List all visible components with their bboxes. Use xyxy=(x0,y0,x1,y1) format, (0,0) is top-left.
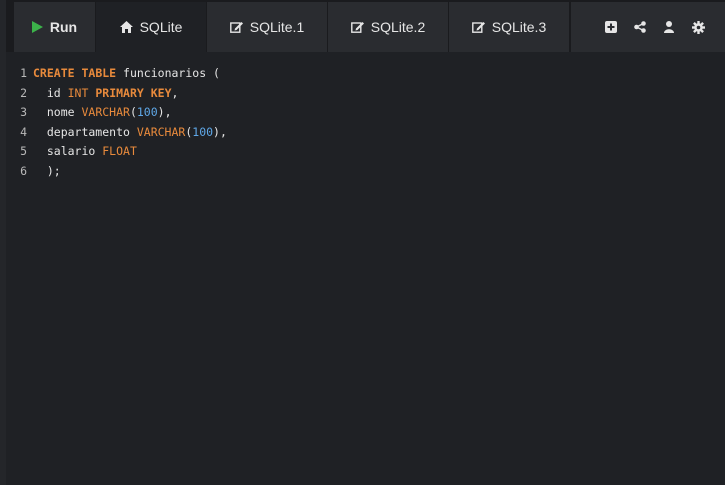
code-token: salario xyxy=(33,144,103,159)
code-line[interactable]: 4 departamento VARCHAR(100), xyxy=(6,123,227,143)
code-line[interactable]: 5 salario FLOAT xyxy=(6,142,227,162)
code-token: TABLE xyxy=(81,66,117,80)
code-token: , xyxy=(171,85,179,100)
tab-label: SQLite xyxy=(139,19,183,35)
code-token: PRIMARY KEY xyxy=(95,85,172,100)
play-icon xyxy=(31,21,43,33)
code-token: ( xyxy=(129,105,137,120)
user-icon[interactable] xyxy=(662,20,676,34)
tab-sqlite-2[interactable]: SQLite.2 xyxy=(328,2,448,52)
code-token: VARCHAR xyxy=(81,105,130,120)
code-token: 100 xyxy=(136,105,158,120)
line-number: 4 xyxy=(20,124,27,139)
tab-label: SQLite.2 xyxy=(370,19,426,35)
code-token: nome xyxy=(33,105,82,120)
home-icon xyxy=(119,21,133,33)
line-number: 3 xyxy=(20,105,27,120)
code-token: ); xyxy=(33,163,61,178)
edit-icon xyxy=(229,21,243,33)
code-token: funcionarios xyxy=(116,66,214,80)
code-token: ), xyxy=(213,124,227,139)
code-token: CREATE xyxy=(33,66,75,80)
code-line[interactable]: 2 id INT PRIMARY KEY, xyxy=(6,84,227,104)
code-text: ); xyxy=(33,162,61,182)
code-line[interactable]: 6 ); xyxy=(6,162,227,182)
edit-icon xyxy=(350,21,364,33)
code-token: FLOAT xyxy=(102,144,137,159)
run-label: Run xyxy=(49,19,78,35)
tab-label: SQLite.3 xyxy=(491,19,547,35)
code-line[interactable]: 3 nome VARCHAR(100), xyxy=(6,103,227,123)
code-text: CREATE TABLE funcionarios ( xyxy=(33,64,220,84)
code-text: departamento VARCHAR(100), xyxy=(33,123,227,143)
tab-sqlite-3[interactable]: SQLite.3 xyxy=(449,2,569,52)
code-text: id INT PRIMARY KEY, xyxy=(33,84,179,104)
code-text: nome VARCHAR(100), xyxy=(33,103,172,123)
toolbar-actions xyxy=(571,2,725,52)
share-icon[interactable] xyxy=(633,20,647,34)
toolbar: Run SQLite SQLite.1 SQLite.2 SQLite.3 xyxy=(6,0,725,52)
line-number: 1 xyxy=(20,66,27,80)
tab-sqlite[interactable]: SQLite xyxy=(96,2,206,52)
code-text: salario FLOAT xyxy=(33,142,137,162)
tab-sqlite-1[interactable]: SQLite.1 xyxy=(207,2,327,52)
code-token: VARCHAR xyxy=(136,124,186,139)
run-button[interactable]: Run xyxy=(14,2,95,52)
line-number: 6 xyxy=(20,163,27,178)
code-token: ), xyxy=(157,105,172,120)
code-line[interactable]: 1 CREATE TABLE funcionarios ( xyxy=(6,64,227,84)
line-number: 2 xyxy=(20,85,27,100)
code-editor[interactable]: 1 CREATE TABLE funcionarios (2 id INT PRI… xyxy=(6,52,725,485)
gear-icon[interactable] xyxy=(691,20,705,34)
tab-label: SQLite.1 xyxy=(249,19,305,35)
code-token: departamento xyxy=(33,124,137,139)
add-icon[interactable] xyxy=(604,20,618,34)
code-token: INT xyxy=(67,85,89,100)
edit-icon xyxy=(471,21,485,33)
code-token: 100 xyxy=(192,124,214,139)
line-number: 5 xyxy=(20,144,27,159)
code-token: id xyxy=(33,85,68,100)
code-content[interactable]: 1 CREATE TABLE funcionarios (2 id INT PRI… xyxy=(6,64,227,182)
code-token: ( xyxy=(213,66,220,80)
